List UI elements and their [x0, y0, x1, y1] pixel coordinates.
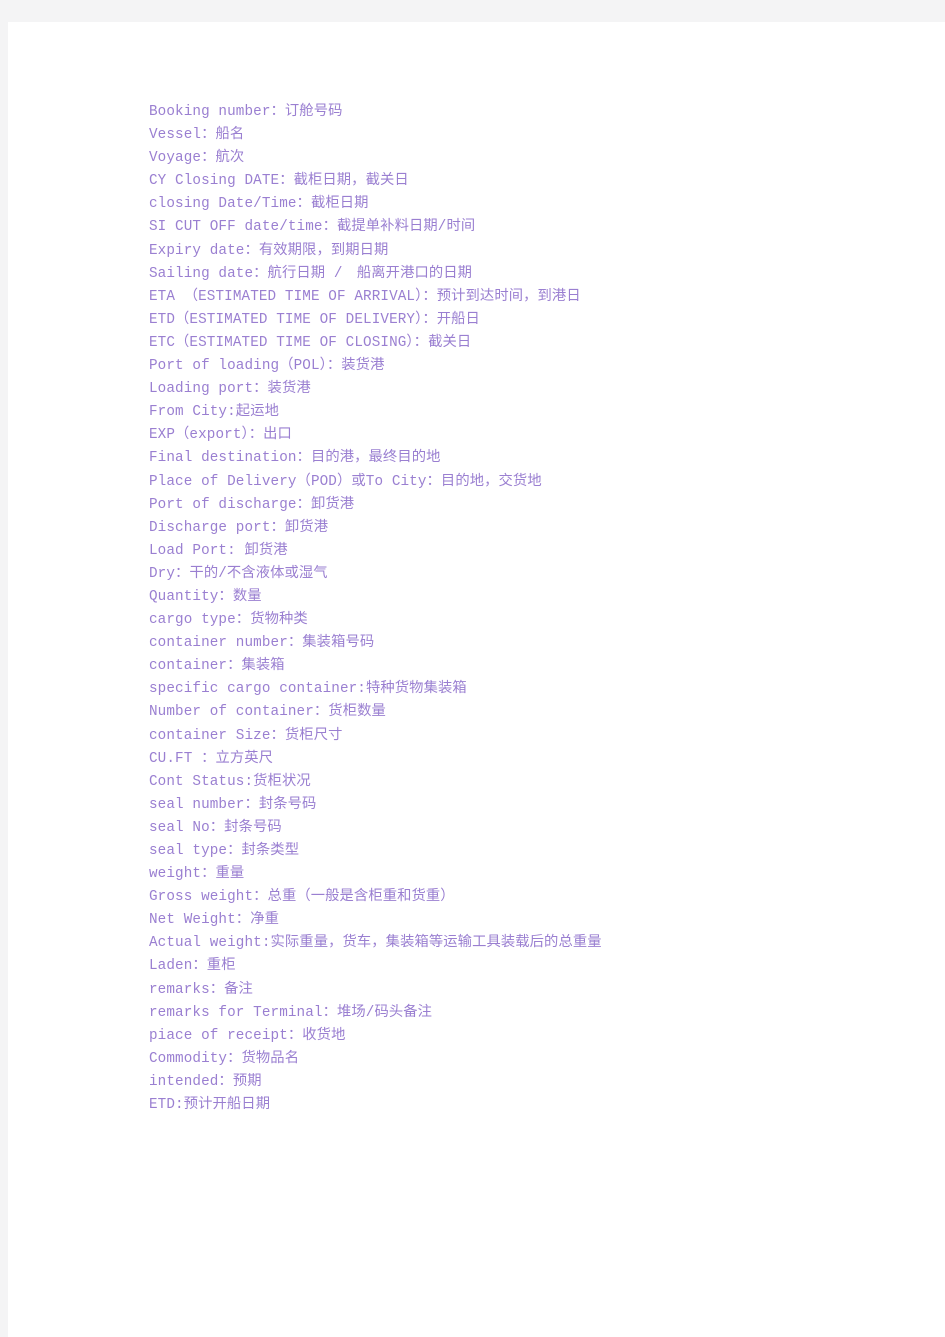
glossary-line: Number of container：货柜数量 [149, 704, 386, 721]
glossary-line: Load Port: 卸货港 [149, 542, 288, 559]
glossary-line: Cont Status:货柜状况 [149, 773, 311, 790]
glossary-line: container number：集装箱号码 [149, 635, 375, 652]
glossary-line: seal number：封条号码 [149, 796, 317, 813]
document-page: Booking number：订舱号码 Vessel：船名 Voyage：航次 CY … [8, 22, 945, 1337]
glossary-line: Sailing date：航行日期 / 船离开港口的日期 [149, 265, 473, 282]
glossary-line: cargo type：货物种类 [149, 612, 308, 629]
glossary-line: ETD:预计开船日期 [149, 1097, 271, 1114]
glossary-line: CY Closing DATE：截柜日期，截关日 [149, 173, 409, 190]
glossary-line: Actual weight:实际重量，货车，集装箱等运输工具装载后的总重量 [149, 935, 602, 952]
glossary-line: weight：重量 [149, 866, 245, 883]
glossary-line: Port of loading（POL）：装货港 [149, 358, 385, 375]
glossary-line: seal type：封条类型 [149, 843, 300, 859]
glossary-line: Discharge port：卸货港 [149, 519, 329, 536]
glossary-line: Loading port：装货港 [149, 381, 311, 398]
glossary-line: Commodity：货物品名 [149, 1050, 300, 1067]
glossary-line: Booking number：订舱号码 [149, 104, 343, 120]
glossary-line: Dry：干的/不含液体或湿气 [149, 565, 328, 582]
glossary-line: Port of discharge：卸货港 [149, 496, 355, 513]
glossary-line: From City:起运地 [149, 404, 279, 421]
glossary-line: remarks：备注 [149, 981, 253, 998]
glossary-line: CU.FT ：立方英尺 [149, 750, 274, 767]
glossary-line: Quantity：数量 [149, 588, 262, 605]
glossary-line: Expiry date：有效期限，到期日期 [149, 242, 389, 259]
glossary-line: Net Weight：净重 [149, 912, 279, 929]
glossary-line: remarks for Terminal：堆场/码头备注 [149, 1004, 433, 1021]
glossary-line: Laden：重柜 [149, 958, 236, 975]
glossary-line: Voyage：航次 [149, 150, 245, 167]
glossary-line: seal No：封条号码 [149, 819, 282, 836]
glossary-line: Final destination：目的港，最终目的地 [149, 450, 441, 467]
glossary-line: ETC（ESTIMATED TIME OF CLOSING）：截关日 [149, 334, 472, 351]
glossary-line: container Size：货柜尺寸 [149, 727, 343, 744]
glossary-line: Gross weight：总重（一般是含柜重和货重） [149, 889, 455, 906]
glossary-line: specific cargo container:特种货物集装箱 [149, 681, 467, 698]
glossary-line: EXP（export）：出口 [149, 427, 292, 444]
glossary-line: Vessel：船名 [149, 127, 245, 144]
glossary-line: ETA （ESTIMATED TIME OF ARRIVAL）：预计到达时间，到… [149, 288, 581, 305]
glossary-line: piace of receipt：收货地 [149, 1027, 346, 1044]
glossary-line: SI CUT OFF date/time：截提单补料日期/时间 [149, 219, 476, 236]
glossary-term-list: Booking number：订舱号码 Vessel：船名 Voyage：航次 CY … [149, 101, 929, 1117]
glossary-line: ETD（ESTIMATED TIME OF DELIVERY）：开船日 [149, 311, 480, 328]
glossary-line: Place of Delivery（POD）或To City：目的地，交货地 [149, 473, 542, 490]
glossary-line: intended：预期 [149, 1073, 262, 1090]
glossary-line: closing Date/Time：截柜日期 [149, 196, 369, 213]
glossary-line: container：集装箱 [149, 658, 285, 675]
